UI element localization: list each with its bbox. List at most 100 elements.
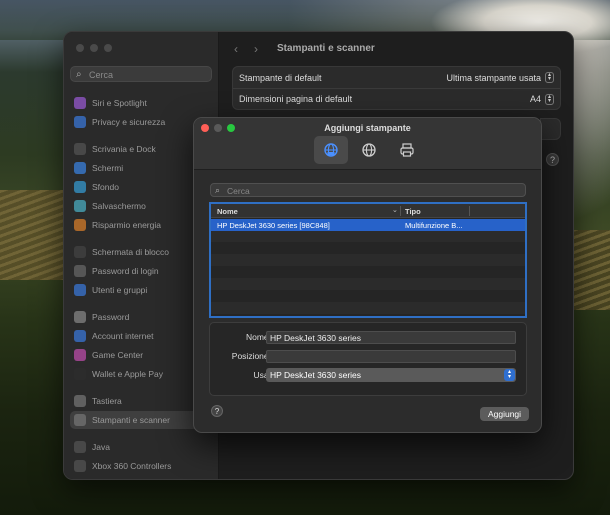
lock-screen-icon [74, 246, 86, 258]
forward-chevron-icon[interactable]: › [254, 42, 258, 56]
empty-row [211, 290, 525, 302]
search-icon: ⌕ [76, 69, 82, 80]
sidebar-item-label: Xbox 360 Controllers [92, 461, 172, 471]
sidebar-item-label: Salvaschermo [92, 201, 146, 211]
printer-kind-cell: Multifunzione B... [405, 221, 463, 230]
hand-icon [74, 116, 86, 128]
printer-type-tabs [314, 136, 424, 164]
table-row[interactable]: HP DeskJet 3630 series [98C848] Multifun… [211, 219, 525, 231]
sidebar-item[interactable]: Sfondo [74, 178, 212, 196]
dialog-search-input[interactable]: ⌕ Cerca [210, 183, 526, 197]
empty-row [211, 302, 525, 314]
ip-printer-tab[interactable] [352, 136, 386, 164]
default-printer-value: Ultima stampante usata [446, 72, 541, 83]
sidebar-item-label: Tastiera [92, 396, 122, 406]
sidebar-search[interactable]: ⌕ Cerca [70, 66, 212, 82]
users-icon [74, 284, 86, 296]
toolbar: ‹ › Stampanti e scanner [220, 32, 573, 64]
printer-name-cell: HP DeskJet 3630 series [98C848] [217, 221, 330, 230]
sidebar-item-label: Siri e Spotlight [92, 98, 147, 108]
sidebar-item-label: Java [92, 442, 110, 452]
globe-icon [362, 143, 376, 157]
sidebar-item[interactable]: Siri e Spotlight [74, 94, 212, 112]
keyboard-icon [74, 395, 86, 407]
close-button[interactable] [76, 44, 84, 52]
defaults-group: Stampante di default Ultima stampante us… [232, 66, 561, 110]
sidebar-item-label: Game Center [92, 350, 144, 360]
add-printer-dialog: Aggiungi stampante ⌕ Cerca Nome ⌄ Tipo H… [193, 117, 542, 433]
default-printer-row[interactable]: Stampante di default Ultima stampante us… [233, 67, 560, 88]
select-stepper-icon: ▴ ▾ [504, 369, 515, 381]
windows-printer-tab[interactable] [390, 136, 424, 164]
default-printers-icon [324, 143, 338, 157]
sidebar-item[interactable]: Risparmio energia [74, 216, 212, 234]
dialog-search-placeholder: Cerca [227, 186, 250, 196]
back-chevron-icon[interactable]: ‹ [234, 42, 238, 56]
sidebar-item[interactable]: Tastiera [74, 392, 212, 410]
sidebar-item-label: Schermata di blocco [92, 247, 170, 257]
sidebar-item[interactable]: Xbox 360 Controllers [74, 457, 212, 475]
nav-buttons: ‹ › [234, 42, 258, 56]
sidebar-item-label: Sfondo [92, 182, 119, 192]
default-printer-select[interactable]: Ultima stampante usata ▴ ▾ [446, 72, 554, 83]
zoom-button[interactable] [104, 44, 112, 52]
empty-row [211, 230, 525, 242]
column-divider [469, 206, 470, 216]
default-paper-label: Dimensioni pagina di default [239, 94, 353, 104]
printer-list-table[interactable]: Nome ⌄ Tipo HP DeskJet 3630 series [98C8… [209, 202, 527, 318]
sidebar-item[interactable]: Schermata di blocco [74, 243, 212, 261]
search-icon: ⌕ [215, 185, 221, 195]
login-password-icon [74, 265, 86, 277]
siri-icon [74, 97, 86, 109]
location-field[interactable] [266, 350, 516, 363]
empty-row [211, 254, 525, 266]
default-printers-tab[interactable] [314, 136, 348, 164]
gamepad-icon [74, 460, 86, 472]
sidebar-item[interactable]: Utenti e gruppi [74, 281, 212, 299]
column-header-kind[interactable]: Tipo [405, 207, 421, 216]
driver-select[interactable]: HP DeskJet 3630 series ▴ ▾ [266, 368, 516, 382]
sidebar-item[interactable]: Wallet e Apple Pay [74, 365, 212, 383]
empty-row [211, 266, 525, 278]
empty-row [211, 242, 525, 254]
wallpaper-hill-right [570, 230, 610, 310]
sidebar-item[interactable]: Privacy e sicurezza [74, 113, 212, 131]
sidebar-item[interactable]: Scrivania e Dock [74, 140, 212, 158]
name-field[interactable]: HP DeskJet 3630 series [266, 331, 516, 344]
dialog-titlebar: Aggiungi stampante [194, 118, 541, 170]
sidebar-item-label: Scrivania e Dock [92, 144, 156, 154]
wallpaper-hill-left [0, 190, 70, 280]
default-paper-value: A4 [529, 94, 541, 104]
printer-details-form: Nome: HP DeskJet 3630 series Posizione: … [209, 322, 527, 396]
battery-icon [74, 219, 86, 231]
dock-icon [74, 143, 86, 155]
column-header-name[interactable]: Nome [217, 207, 238, 216]
default-paper-row[interactable]: Dimensioni pagina di default A4 ▴ ▾ [233, 88, 560, 109]
sidebar-item[interactable]: Game Center [74, 346, 212, 364]
printer-icon [400, 143, 414, 157]
page-title: Stampanti e scanner [277, 43, 375, 54]
sidebar-item-label: Privacy e sicurezza [92, 117, 166, 127]
sort-chevron-icon: ⌄ [392, 207, 398, 214]
sidebar-item[interactable]: Password di login [74, 262, 212, 280]
column-divider [400, 206, 401, 216]
empty-row [211, 278, 525, 290]
sidebar-item[interactable]: Password [74, 308, 212, 326]
sidebar-item[interactable]: Salvaschermo [74, 197, 212, 215]
sidebar-item[interactable]: Schermi [74, 159, 212, 177]
driver-select-value: HP DeskJet 3630 series [270, 370, 362, 380]
minimize-button[interactable] [90, 44, 98, 52]
sidebar-item[interactable]: Account internet [74, 327, 212, 345]
game-center-icon [74, 349, 86, 361]
sidebar-item[interactable]: Java [74, 438, 212, 456]
sidebar-item-label: Password [92, 312, 130, 322]
add-button[interactable]: Aggiungi [480, 407, 529, 421]
help-button[interactable]: ? [546, 153, 559, 166]
sidebar-item-label: Password di login [92, 266, 159, 276]
stepper-icon: ▴ ▾ [545, 93, 554, 105]
default-paper-select[interactable]: A4 ▴ ▾ [529, 93, 554, 105]
sidebar-item[interactable]: Stampanti e scanner [70, 411, 212, 429]
dialog-help-button[interactable]: ? [211, 405, 223, 417]
dialog-title: Aggiungi stampante [324, 123, 411, 133]
key-icon [74, 311, 86, 323]
